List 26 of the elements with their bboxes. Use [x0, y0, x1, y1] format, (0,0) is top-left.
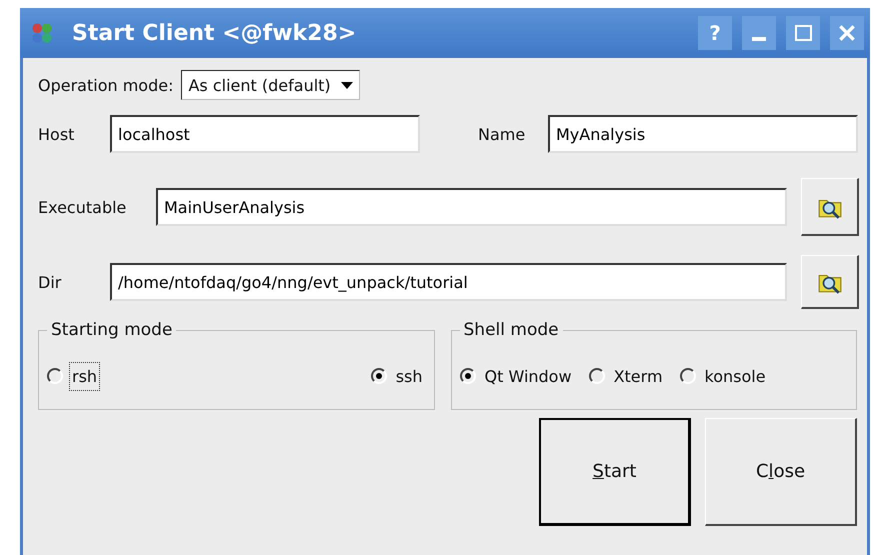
radio-option[interactable]: ssh — [370, 362, 426, 390]
field-label: Operation mode: — [38, 76, 174, 94]
text-field[interactable]: /home/ntofdaq/go4/nng/evt_unpack/tutorial — [110, 263, 787, 301]
maximize-button[interactable] — [786, 16, 820, 50]
browse-button[interactable] — [801, 255, 859, 309]
close-button[interactable] — [830, 16, 864, 50]
field-label: Host — [38, 124, 76, 144]
field-label: Dir — [38, 272, 62, 292]
group-title: Shell mode — [462, 320, 560, 340]
app-icon — [30, 21, 54, 45]
text-field[interactable]: localhost — [110, 115, 420, 153]
dialog-button[interactable]: Start — [539, 418, 691, 526]
field-label: Name — [478, 124, 526, 144]
text-field[interactable]: MainUserAnalysis — [156, 188, 787, 226]
minimize-button[interactable] — [742, 16, 776, 50]
radio-option[interactable]: Qt Window — [460, 362, 575, 390]
group-title: Starting mode — [50, 320, 174, 340]
radio-option[interactable]: Xterm — [588, 362, 666, 390]
text-field[interactable]: MyAnalysis — [548, 115, 858, 153]
dialog-button[interactable]: Close — [705, 418, 857, 526]
operation-mode-dropdown[interactable]: As client (default) — [181, 70, 360, 100]
radio-option[interactable]: konsole — [680, 362, 769, 390]
close-icon — [839, 25, 855, 41]
window-title: Start Client <@fwk28> — [72, 20, 356, 46]
field-label: Executable — [38, 198, 128, 216]
browse-button[interactable] — [801, 178, 859, 236]
